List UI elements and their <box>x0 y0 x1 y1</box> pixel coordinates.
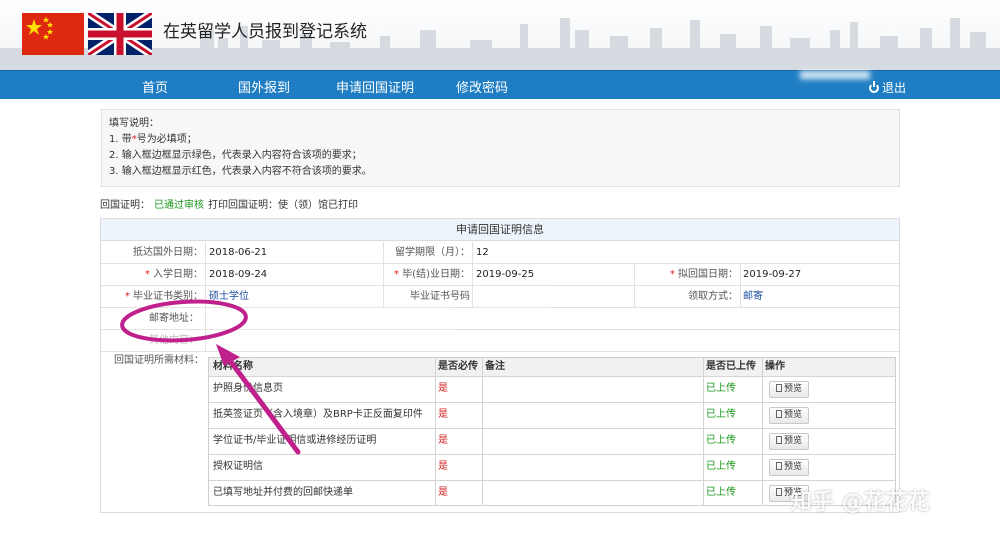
preview-button[interactable]: 预览 <box>769 433 809 450</box>
nav-home[interactable]: 首页 <box>142 77 168 96</box>
material-name: 授权证明信 <box>213 461 263 472</box>
return-certificate-form: 申请回国证明信息 抵达国外日期： 2018-06-21 留学期限（月）： 12 … <box>100 218 900 513</box>
certificate-type-label: * 毕业证书类别： <box>124 291 203 302</box>
material-uploaded: 已上传 <box>706 383 736 394</box>
column-header-uploaded: 是否已上传 <box>706 361 756 372</box>
nav-apply-return-certificate[interactable]: 申请回国证明 <box>336 77 414 96</box>
preview-button[interactable]: 预览 <box>769 407 809 424</box>
enrollment-date-label: * 入学日期： <box>144 269 203 280</box>
system-title: 在英留学人员报到登记系统 <box>163 22 367 42</box>
preview-label: 预览 <box>783 384 802 394</box>
form-row: 其他内容： <box>101 330 899 352</box>
table-row: 抵英签证页（含入境章）及BRP卡正反面复印件 是 已上传 预览 <box>209 403 895 429</box>
preview-button[interactable]: 预览 <box>769 381 809 398</box>
materials-header-row: 材料名称 是否必传 备注 是否已上传 操作 <box>209 358 895 377</box>
form-row: * 入学日期： 2018-09-24 * 毕(结)业日期： 2019-09-25… <box>101 264 899 286</box>
instruction-line-1: 1. 带*号为必填项； <box>109 132 892 148</box>
instructions-heading: 填写说明： <box>109 118 159 129</box>
print-status: 打印回国证明：使（领）馆已打印 <box>208 200 358 211</box>
logout-button[interactable]: 退出 <box>869 79 906 96</box>
nav-overseas-registration[interactable]: 国外报到 <box>238 77 290 96</box>
main-nav-bar: 首页 国外报到 申请回国证明 修改密码 退出 <box>0 70 1000 99</box>
return-date-value: 2019-09-27 <box>743 269 802 280</box>
mailing-address-label: 邮寄地址： <box>149 313 199 324</box>
study-duration-value: 12 <box>476 247 489 258</box>
preview-button[interactable]: 预览 <box>769 459 809 476</box>
uk-flag-icon <box>85 9 155 59</box>
form-section-title: 申请回国证明信息 <box>101 219 899 241</box>
table-row: 授权证明信 是 已上传 预览 <box>209 455 895 481</box>
material-required: 是 <box>438 383 448 394</box>
return-date-label: * 拟回国日期： <box>669 269 738 280</box>
document-icon <box>775 436 782 444</box>
form-row: * 毕业证书类别： 硕士学位 毕业证书号码 领取方式： 邮寄 <box>101 286 899 308</box>
material-uploaded: 已上传 <box>706 435 736 446</box>
preview-label: 预览 <box>783 462 802 472</box>
pickup-method-value: 邮寄 <box>743 291 763 302</box>
material-required: 是 <box>438 461 448 472</box>
arrival-date-value: 2018-06-21 <box>209 247 268 258</box>
material-required: 是 <box>438 487 448 498</box>
header-banner: 在英留学人员报到登记系统 <box>0 0 1000 70</box>
enrollment-date-value: 2018-09-24 <box>209 269 268 280</box>
preview-label: 预览 <box>783 410 802 420</box>
graduation-date-value: 2019-09-25 <box>476 269 535 280</box>
column-header-note: 备注 <box>485 361 505 372</box>
redacted-mailing-address <box>211 310 451 328</box>
certificate-number-label: 毕业证书号码 <box>410 291 470 302</box>
material-name: 护照身份信息页 <box>213 383 283 394</box>
material-uploaded: 已上传 <box>706 487 736 498</box>
material-required: 是 <box>438 409 448 420</box>
document-icon <box>775 410 782 418</box>
column-header-action: 操作 <box>765 361 785 372</box>
material-required: 是 <box>438 435 448 446</box>
redacted-username <box>800 71 870 79</box>
china-flag-icon <box>22 13 84 55</box>
instruction-text: 1. 带 <box>109 134 132 145</box>
document-icon <box>775 384 782 392</box>
instructions-panel: 填写说明： 1. 带*号为必填项； 2. 输入框边框显示绿色，代表录入内容符合该… <box>101 109 900 187</box>
redacted-certificate-number <box>479 288 549 306</box>
other-content-label: 其他内容： <box>149 335 199 346</box>
status-label: 回国证明： <box>100 200 150 211</box>
form-row: 邮寄地址： <box>101 308 899 330</box>
power-icon <box>869 81 879 93</box>
table-row: 学位证书/毕业证明信或进修经历证明 是 已上传 预览 <box>209 429 895 455</box>
instruction-line-2: 2. 输入框边框显示绿色，代表录入内容符合该项的要求； <box>109 150 362 161</box>
arrival-date-label: 抵达国外日期： <box>133 247 203 258</box>
form-row: 抵达国外日期： 2018-06-21 留学期限（月）： 12 <box>101 242 899 264</box>
study-duration-label: 留学期限（月）： <box>395 247 470 258</box>
certificate-type-value: 硕士学位 <box>209 291 249 302</box>
material-name: 学位证书/毕业证明信或进修经历证明 <box>213 435 377 446</box>
material-uploaded: 已上传 <box>706 461 736 472</box>
status-approved: 已通过审核 <box>154 200 204 211</box>
column-header-name: 材料名称 <box>213 361 253 372</box>
nav-change-password[interactable]: 修改密码 <box>456 77 508 96</box>
instruction-line-3: 3. 输入框边框显示红色，代表录入内容不符合该项的要求。 <box>109 166 372 177</box>
materials-label: 回国证明所需材料： <box>114 355 204 366</box>
pickup-method-label: 领取方式： <box>688 291 738 302</box>
material-name: 已填写地址并付费的回邮快递单 <box>213 487 353 498</box>
material-name: 抵英签证页（含入境章）及BRP卡正反面复印件 <box>213 409 423 420</box>
logout-label: 退出 <box>882 81 907 95</box>
column-header-required: 是否必传 <box>438 361 478 372</box>
graduation-date-label: * 毕(结)业日期： <box>394 269 470 280</box>
instruction-text: 号为必填项； <box>136 134 197 145</box>
document-icon <box>775 462 782 470</box>
document-icon <box>775 488 782 496</box>
preview-label: 预览 <box>783 436 802 446</box>
certificate-status: 回国证明： 已通过审核 打印回国证明：使（领）馆已打印 <box>100 196 358 211</box>
material-uploaded: 已上传 <box>706 409 736 420</box>
table-row: 护照身份信息页 是 已上传 预览 <box>209 377 895 403</box>
watermark-text: 知乎 @花花花 <box>790 490 930 515</box>
